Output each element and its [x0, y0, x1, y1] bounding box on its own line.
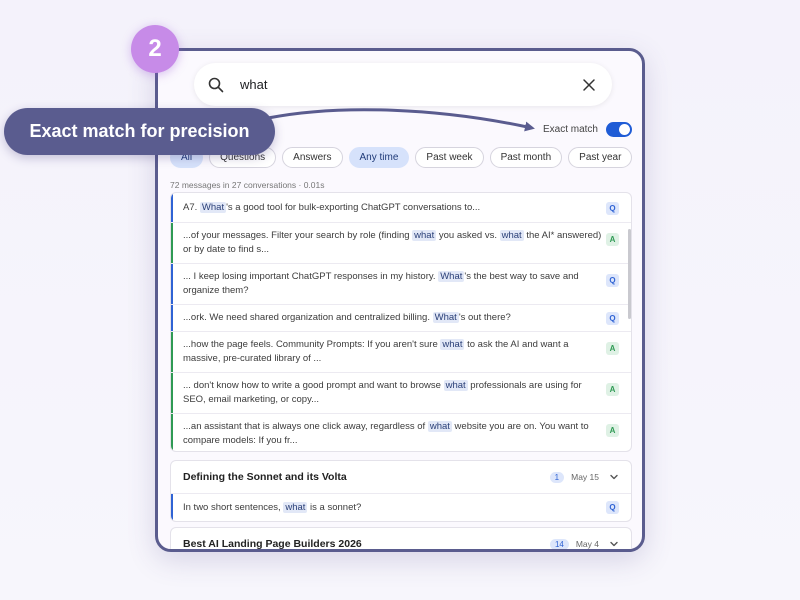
exact-match-label: Exact match	[542, 124, 598, 135]
result-item[interactable]: ... don't know how to write a good promp…	[171, 373, 631, 414]
question-badge: Q	[606, 274, 619, 287]
chevron-down-icon[interactable]	[609, 539, 619, 549]
filter-chip-past-week[interactable]: Past week	[415, 147, 484, 168]
close-icon[interactable]	[582, 77, 598, 93]
filter-chip-any-time[interactable]: Any time	[348, 147, 410, 168]
result-text: ...how the page feels. Community Prompts…	[183, 339, 569, 364]
scrollbar[interactable]	[628, 229, 631, 319]
result-item[interactable]: ...an assistant that is always one click…	[171, 414, 631, 451]
exact-match-control: Exact match	[543, 122, 632, 137]
search-input[interactable]: what	[240, 77, 582, 92]
results-summary: 72 messages in 27 conversations · 0.01s	[170, 180, 325, 190]
answer-badge: A	[606, 233, 619, 246]
conversation-header[interactable]: Best AI Landing Page Builders 2026 14 Ma…	[171, 528, 631, 550]
search-icon	[208, 76, 226, 94]
conversation-title: Defining the Sonnet and its Volta	[183, 471, 347, 483]
answer-badge: A	[606, 342, 619, 355]
result-text: ...an assistant that is always one click…	[183, 421, 589, 446]
conversation-body: In two short sentences, what is a sonnet…	[171, 493, 631, 521]
conversation-group: Defining the Sonnet and its Volta 1 May …	[170, 460, 632, 522]
result-text: ...of your messages. Filter your search …	[183, 230, 602, 255]
question-badge: Q	[606, 312, 619, 325]
result-text: ...ork. We need shared organization and …	[183, 312, 511, 323]
match-count-badge: 14	[549, 538, 569, 549]
result-item[interactable]: In two short sentences, what is a sonnet…	[171, 494, 631, 521]
conversation-group: Best AI Landing Page Builders 2026 14 Ma…	[170, 527, 632, 550]
search-bar[interactable]: what	[194, 63, 612, 106]
filter-chip-past-month[interactable]: Past month	[489, 147, 563, 168]
result-item[interactable]: ... I keep losing important ChatGPT resp…	[171, 264, 631, 305]
conversation-date: May 15	[571, 472, 599, 482]
results-list: A7. What's a good tool for bulk-exportin…	[170, 192, 632, 452]
callout-label: Exact match for precision	[4, 108, 275, 155]
conversation-date: May 4	[575, 539, 599, 549]
result-text: A7. What's a good tool for bulk-exportin…	[183, 201, 481, 213]
result-text: ... don't know how to write a good promp…	[183, 380, 582, 405]
toggle-knob	[619, 124, 630, 135]
answer-badge: A	[606, 424, 619, 437]
result-item[interactable]: ...ork. We need shared organization and …	[171, 305, 631, 332]
result-item[interactable]: ...how the page feels. Community Prompts…	[171, 332, 631, 373]
match-count-badge: 1	[549, 471, 565, 483]
filter-chip-past-year[interactable]: Past year	[568, 147, 633, 168]
result-text: ... I keep losing important ChatGPT resp…	[183, 271, 579, 296]
conversation-title: Best AI Landing Page Builders 2026	[183, 538, 362, 550]
filter-chip-answers[interactable]: Answers	[282, 147, 343, 168]
question-badge: Q	[606, 202, 619, 215]
step-number-badge: 2	[131, 25, 179, 73]
result-item[interactable]: A7. What's a good tool for bulk-exportin…	[171, 193, 631, 223]
question-badge: Q	[606, 501, 619, 514]
chevron-down-icon[interactable]	[609, 472, 619, 482]
exact-match-toggle[interactable]	[606, 122, 632, 137]
result-item[interactable]: ...of your messages. Filter your search …	[171, 223, 631, 264]
result-text: In two short sentences, what is a sonnet…	[183, 501, 362, 513]
answer-badge: A	[606, 383, 619, 396]
conversation-header[interactable]: Defining the Sonnet and its Volta 1 May …	[171, 461, 631, 493]
